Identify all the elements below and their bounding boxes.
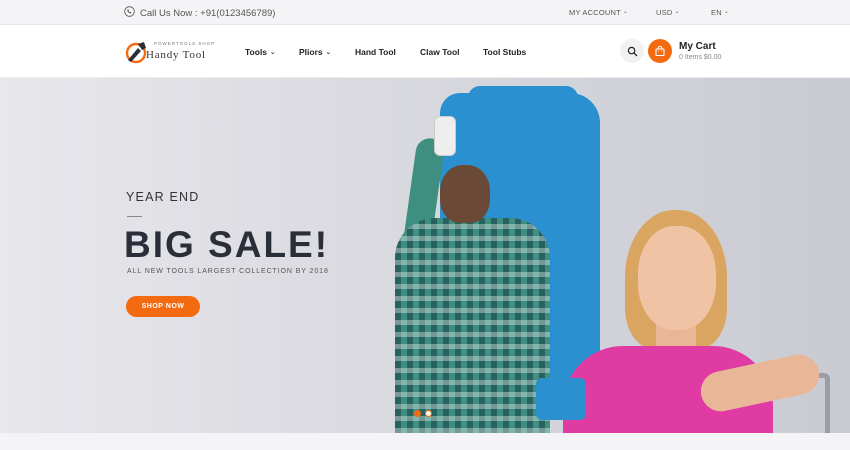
hero-slider: YEAR END BIG SALE! ALL NEW TOOLS LARGEST… [0, 78, 850, 433]
site-logo[interactable]: POWERTOOLS SHOP Handy Tool [124, 38, 216, 66]
chevron-down-icon: ⌄ [674, 9, 680, 15]
slider-dots [414, 410, 432, 417]
hero-subtitle: ALL NEW TOOLS LARGEST COLLECTION BY 2018 [127, 268, 329, 275]
chevron-down-icon: ⌄ [622, 9, 629, 15]
my-account-label: MY ACCOUNT [569, 8, 621, 17]
nav-item-tools[interactable]: Tools ⌄ [245, 47, 276, 57]
search-icon [627, 46, 637, 56]
nav-item-hand-tool[interactable]: Hand Tool [355, 47, 396, 57]
main-header: POWERTOOLS SHOP Handy Tool Tools ⌄ Plior… [0, 25, 850, 78]
call-us[interactable]: Call Us Now : +91(0123456789) [124, 6, 275, 20]
shopping-bag-icon [655, 45, 665, 57]
nav-label: Hand Tool [355, 47, 396, 57]
cart-button[interactable] [648, 39, 672, 63]
nav-item-tool-stubs[interactable]: Tool Stubs [483, 47, 526, 57]
cart-summary: 0 Items $0.00 [679, 54, 722, 61]
chevron-down-icon: ⌄ [325, 49, 332, 56]
shop-now-button[interactable]: SHOP NOW [126, 296, 200, 317]
my-account-dropdown[interactable]: MY ACCOUNT ⌄ [569, 8, 628, 17]
slider-dot-1[interactable] [414, 410, 421, 417]
logo-name: Handy Tool [146, 49, 206, 61]
phone-icon [124, 6, 135, 20]
language-label: EN [711, 8, 722, 17]
hero-eyebrow: YEAR END [126, 190, 200, 204]
top-bar: Call Us Now : +91(0123456789) MY ACCOUNT… [0, 0, 850, 25]
search-button[interactable] [620, 39, 644, 63]
currency-dropdown[interactable]: USD ⌄ [656, 8, 680, 17]
nav-item-claw-tool[interactable]: Claw Tool [420, 47, 460, 57]
language-dropdown[interactable]: EN ⌄ [711, 8, 729, 17]
nav-label: Tools [245, 47, 268, 57]
logo-tagline: POWERTOOLS SHOP [154, 41, 216, 46]
slider-dot-2[interactable] [425, 410, 432, 417]
cart-title[interactable]: My Cart [679, 41, 716, 52]
nav-item-pliors[interactable]: Pliors ⌄ [299, 47, 331, 57]
chevron-down-icon: ⌄ [723, 9, 730, 15]
currency-label: USD [656, 8, 673, 17]
nav-label: Pliors [299, 47, 323, 57]
call-us-text: Call Us Now : +91(0123456789) [140, 7, 276, 19]
nav-label: Claw Tool [420, 47, 460, 57]
nav-label: Tool Stubs [483, 47, 527, 57]
chevron-down-icon: ⌄ [270, 49, 276, 56]
hero-divider [127, 216, 142, 217]
page-section-bottom [0, 433, 850, 450]
hero-headline: BIG SALE! [124, 224, 330, 265]
